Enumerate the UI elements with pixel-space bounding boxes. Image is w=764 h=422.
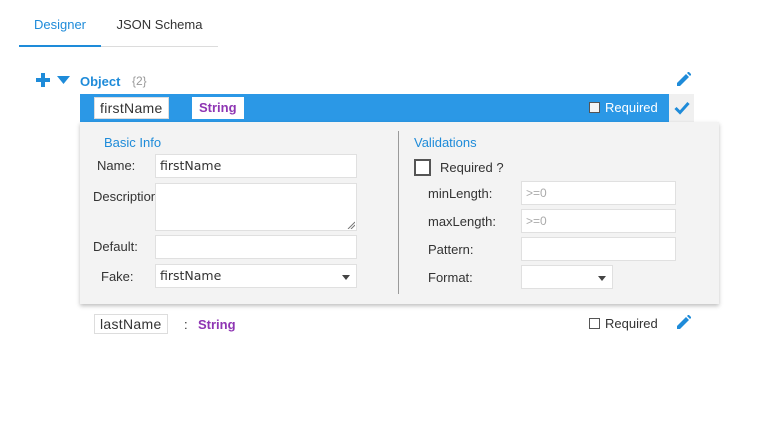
tab-bar: Designer JSON Schema bbox=[19, 8, 218, 47]
chevron-down-icon bbox=[598, 276, 606, 281]
name-type-separator: : bbox=[184, 317, 188, 332]
edit-lastname-pencil-icon[interactable] bbox=[675, 315, 691, 331]
add-icon[interactable] bbox=[36, 73, 50, 87]
property-name-firstname[interactable]: firstName bbox=[94, 97, 169, 119]
format-select[interactable] bbox=[521, 265, 613, 289]
validation-required-checkbox[interactable] bbox=[414, 159, 431, 176]
pattern-input[interactable] bbox=[521, 237, 676, 261]
tab-designer[interactable]: Designer bbox=[19, 8, 101, 47]
format-label: Format: bbox=[428, 270, 473, 285]
chevron-down-icon bbox=[342, 275, 350, 280]
property-type-badge[interactable]: String bbox=[192, 97, 244, 119]
maxlength-label: maxLength: bbox=[428, 214, 496, 229]
minlength-input[interactable]: >=0 bbox=[521, 181, 676, 205]
resize-grip-icon[interactable] bbox=[347, 221, 355, 229]
required-checkbox[interactable] bbox=[589, 102, 600, 113]
property-details-panel: Basic Info Validations Name: firstName D… bbox=[80, 122, 719, 304]
tab-json-schema[interactable]: JSON Schema bbox=[101, 8, 218, 47]
root-type-label: Object bbox=[80, 74, 121, 89]
fake-select-value: firstName bbox=[160, 268, 222, 283]
name-label: Name: bbox=[97, 158, 136, 173]
fake-select[interactable]: firstName bbox=[155, 264, 357, 288]
minlength-label: minLength: bbox=[428, 186, 493, 201]
name-input[interactable]: firstName bbox=[155, 154, 357, 178]
lastname-required-checkbox[interactable] bbox=[589, 318, 600, 329]
root-property-count: {2} bbox=[132, 74, 147, 88]
panel-divider bbox=[398, 131, 399, 294]
maxlength-input[interactable]: >=0 bbox=[521, 209, 676, 233]
property-name-lastname[interactable]: lastName bbox=[94, 314, 168, 334]
property-type-label[interactable]: String bbox=[198, 317, 236, 332]
confirm-button[interactable] bbox=[669, 94, 694, 122]
validation-required-label: Required ? bbox=[440, 160, 504, 175]
pattern-label: Pattern: bbox=[428, 242, 474, 257]
property-row-selected[interactable]: firstName String Required bbox=[80, 94, 694, 122]
edit-root-pencil-icon[interactable] bbox=[675, 72, 691, 88]
basic-info-title: Basic Info bbox=[104, 135, 162, 150]
description-textarea[interactable] bbox=[155, 183, 357, 231]
description-label: Description bbox=[93, 189, 159, 204]
required-label: Required bbox=[605, 100, 658, 115]
collapse-caret-icon[interactable] bbox=[57, 76, 70, 85]
lastname-required-label: Required bbox=[605, 316, 658, 331]
fake-label: Fake: bbox=[101, 269, 134, 284]
checkmark-icon bbox=[673, 101, 690, 115]
validations-title: Validations bbox=[414, 135, 477, 150]
default-label: Default: bbox=[93, 239, 138, 254]
default-input[interactable] bbox=[155, 235, 357, 259]
